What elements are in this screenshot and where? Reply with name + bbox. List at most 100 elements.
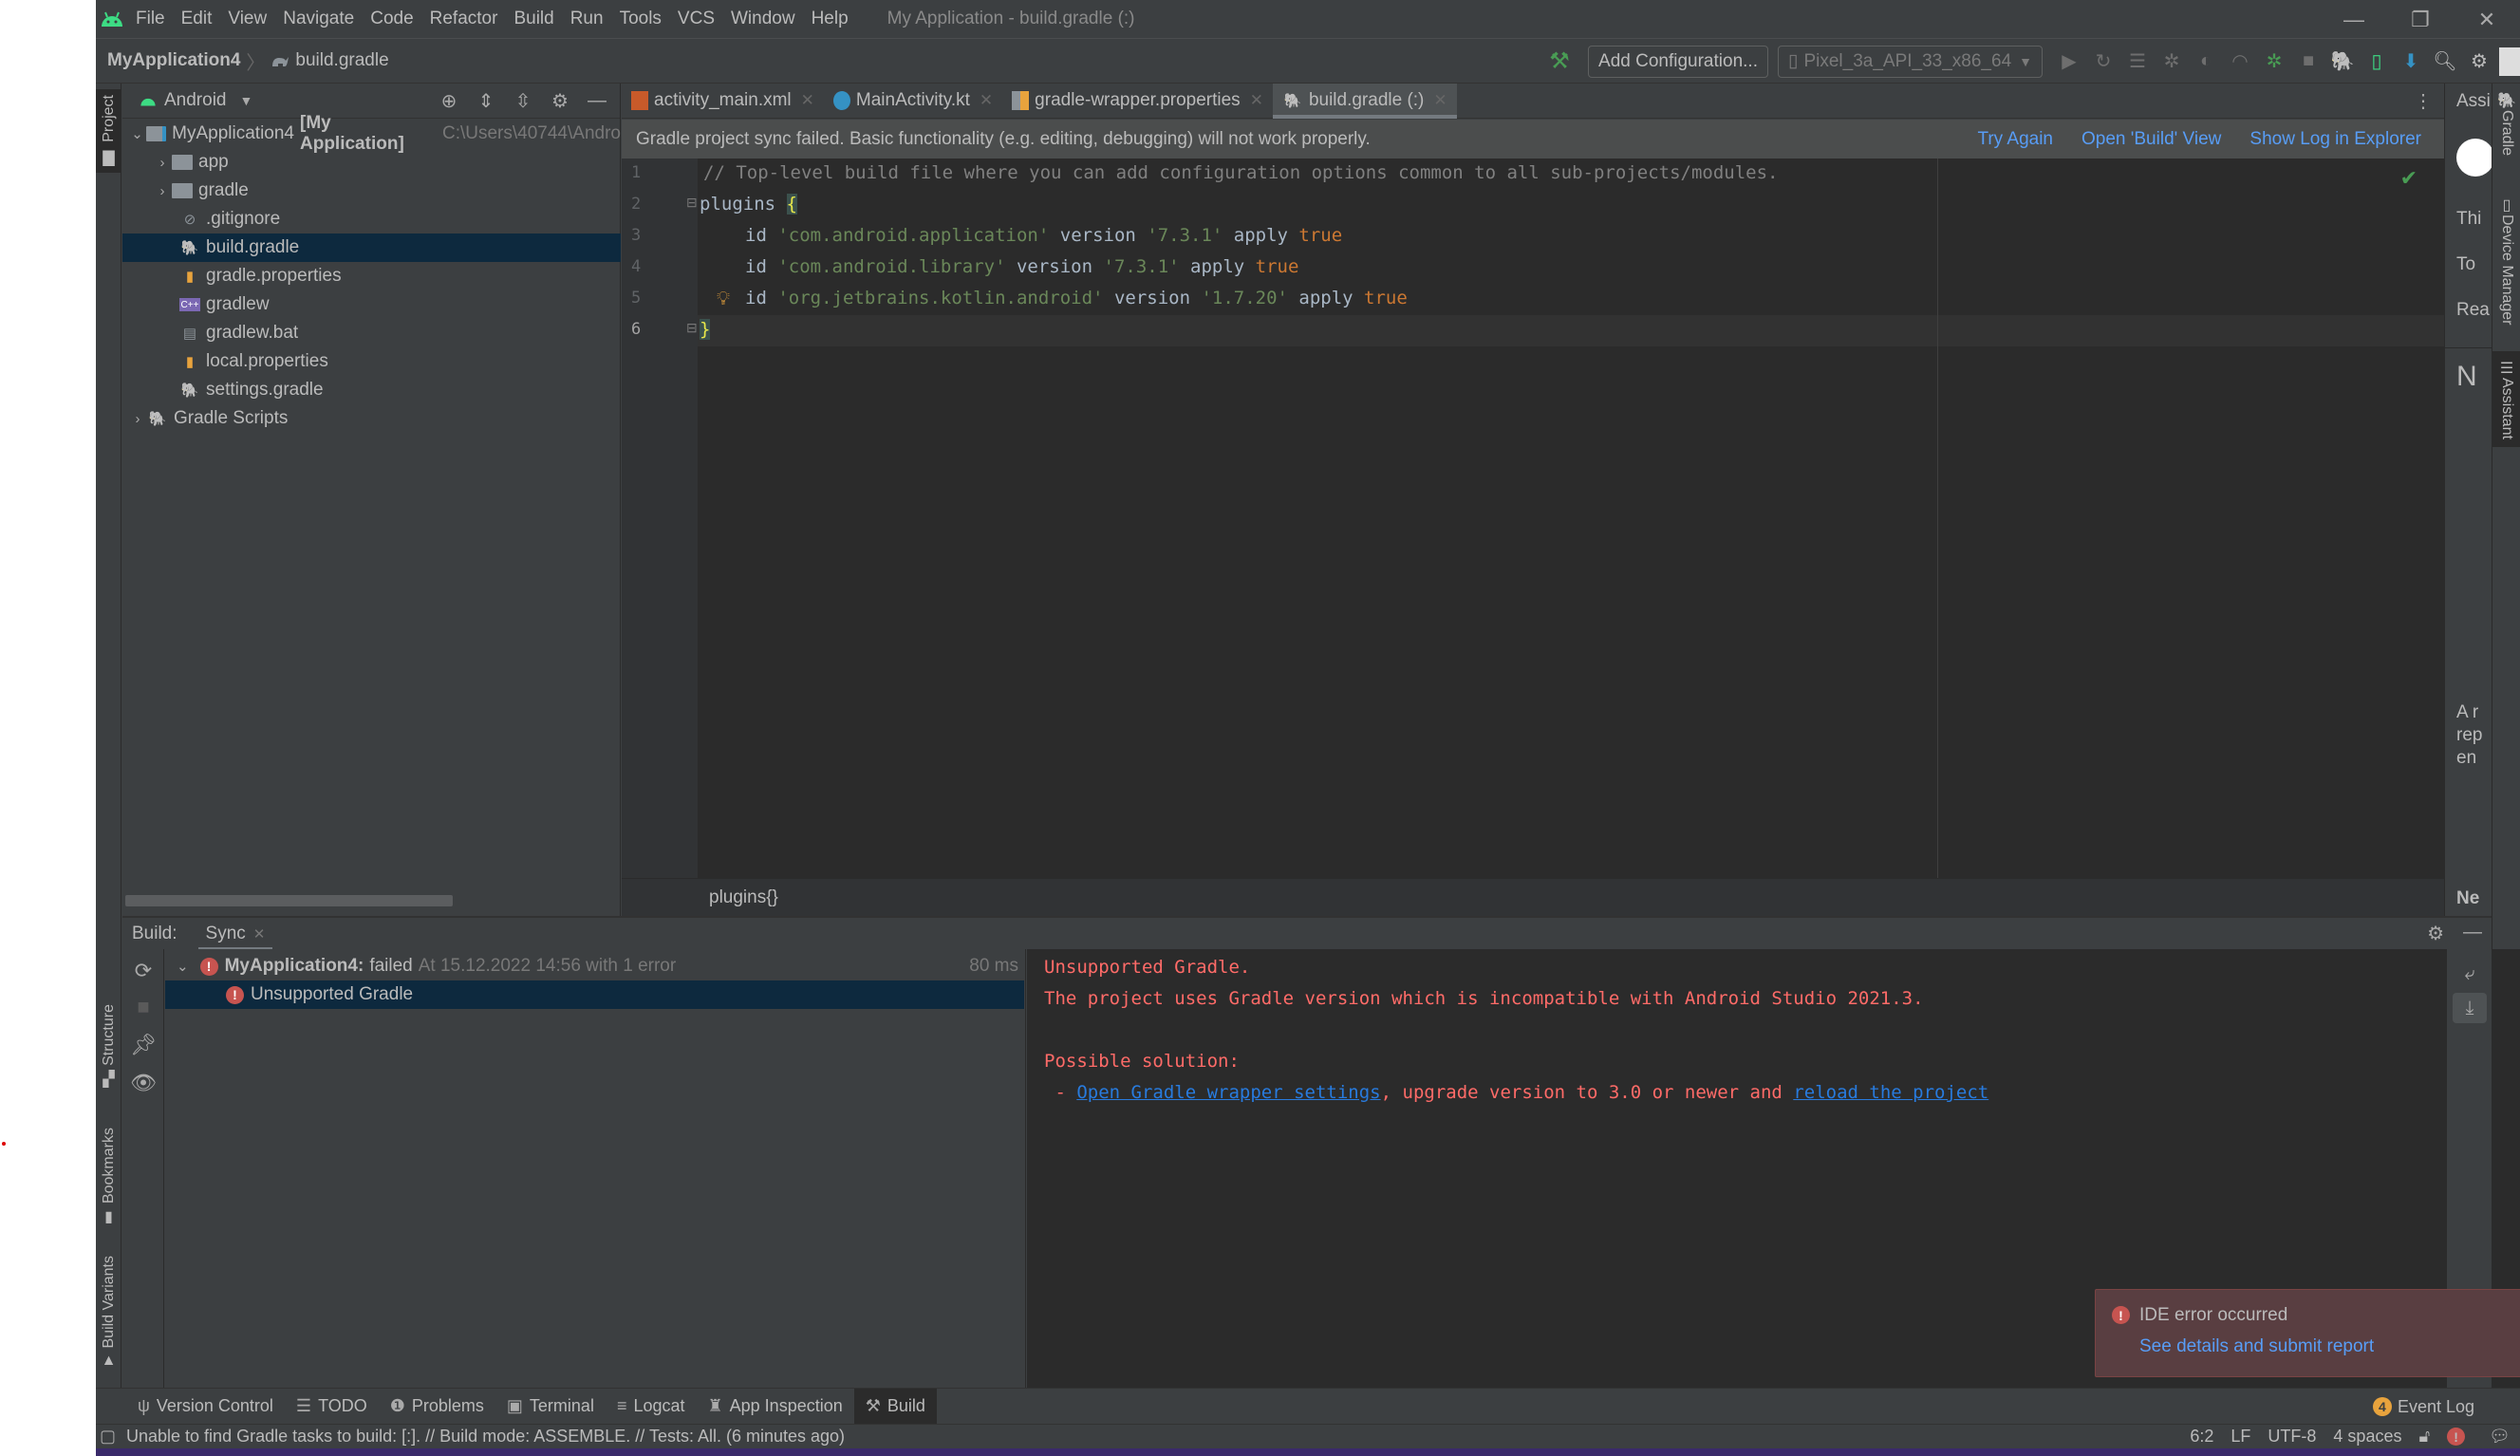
open-gradle-wrapper-settings-link[interactable]: Open Gradle wrapper settings: [1076, 1082, 1380, 1103]
tree-item[interactable]: ⊘ .gitignore: [122, 205, 621, 233]
collapse-all-icon[interactable]: ⇳: [510, 89, 536, 113]
menu-view[interactable]: View: [228, 9, 267, 29]
more-tabs-icon[interactable]: ⋮: [2414, 89, 2433, 113]
unlock-icon[interactable]: 🔓︎: [2418, 1427, 2430, 1447]
tool-window-assistant[interactable]: ☰ Assistant: [2492, 351, 2520, 447]
indent-setting[interactable]: 4 spaces: [2333, 1427, 2401, 1447]
tab-gradle-wrapper-properties[interactable]: gradle-wrapper.properties ✕: [1002, 84, 1273, 119]
no-problems-check-icon[interactable]: ✔: [2400, 166, 2417, 191]
tree-item[interactable]: › gradle: [122, 177, 621, 205]
menu-run[interactable]: Run: [570, 9, 604, 29]
hide-panel-icon[interactable]: —: [584, 90, 610, 112]
caret-position[interactable]: 6:2: [2190, 1427, 2213, 1447]
tree-item[interactable]: ▮ gradle.properties: [122, 262, 621, 290]
hide-panel-icon[interactable]: —: [2463, 922, 2482, 945]
restart-sync-icon[interactable]: ⟳: [130, 959, 157, 983]
tree-item[interactable]: ▮ local.properties: [122, 347, 621, 376]
build-tree-item-selected[interactable]: ! Unsupported Gradle: [165, 980, 1024, 1009]
device-selector[interactable]: ▯ Pixel_3a_API_33_x86_64 ▼: [1777, 45, 2043, 78]
pin-icon[interactable]: 📌︎: [130, 1033, 157, 1057]
tab-sync[interactable]: Sync ✕: [197, 917, 273, 950]
menu-vcs[interactable]: VCS: [678, 9, 715, 29]
show-log-in-explorer-link[interactable]: Show Log in Explorer: [2249, 129, 2421, 150]
tree-item[interactable]: 🐘 settings.gradle: [122, 376, 621, 404]
menu-refactor[interactable]: Refactor: [430, 9, 498, 29]
tool-tab-app-inspection[interactable]: ♜ App Inspection: [697, 1389, 854, 1425]
chevron-right-icon[interactable]: ›: [128, 411, 147, 427]
debug-icon[interactable]: ✲: [2157, 47, 2186, 76]
eye-filter-icon[interactable]: 👁︎: [130, 1071, 157, 1095]
tool-tab-version-control[interactable]: ψ Version Control: [126, 1389, 285, 1425]
ide-error-icon[interactable]: !: [2447, 1428, 2466, 1446]
close-window-button[interactable]: ✕: [2454, 0, 2520, 39]
tool-window-device-manager[interactable]: ▯ Device Manager: [2492, 196, 2520, 326]
chevron-down-icon[interactable]: ⌄: [128, 125, 146, 142]
tool-window-structure[interactable]: Structure ▞: [96, 1004, 121, 1089]
stop-icon[interactable]: ■: [2294, 47, 2323, 76]
event-log-button[interactable]: 4 Event Log: [2372, 1389, 2474, 1425]
soft-wrap-icon[interactable]: ⤶: [2453, 959, 2487, 989]
tree-item[interactable]: › app: [122, 148, 621, 177]
close-tab-icon[interactable]: ✕: [1250, 91, 1263, 110]
menu-window[interactable]: Window: [731, 9, 795, 29]
horizontal-scrollbar[interactable]: [125, 895, 453, 906]
tree-gradle-scripts[interactable]: › 🐘 Gradle Scripts: [122, 404, 621, 433]
sdk-manager-icon[interactable]: ⬇: [2397, 47, 2425, 76]
tool-tab-todo[interactable]: ☰ TODO: [285, 1389, 379, 1425]
status-message[interactable]: Unable to find Gradle tasks to build: [:…: [126, 1427, 845, 1447]
tree-item[interactable]: C++ gradlew: [122, 290, 621, 319]
toggle-tool-windows-icon[interactable]: ▢: [100, 1427, 116, 1447]
see-details-link[interactable]: See details and submit report: [2139, 1336, 2374, 1357]
attach-debugger-icon[interactable]: ✲: [2260, 47, 2288, 76]
reload-project-link[interactable]: reload the project: [1793, 1082, 1988, 1103]
close-tab-icon[interactable]: ✕: [980, 91, 993, 110]
select-opened-file-icon[interactable]: ⊕: [436, 89, 462, 113]
tool-window-project[interactable]: Project ▇: [96, 89, 121, 173]
menu-edit[interactable]: Edit: [181, 9, 213, 29]
close-tab-icon[interactable]: ✕: [253, 925, 266, 943]
gear-icon[interactable]: ⚙: [547, 89, 573, 113]
gear-icon[interactable]: ⚙: [2427, 922, 2444, 945]
menu-help[interactable]: Help: [812, 9, 849, 29]
menu-navigate[interactable]: Navigate: [283, 9, 354, 29]
fold-icon[interactable]: ⊟: [686, 320, 698, 336]
tool-window-bookmarks[interactable]: Bookmarks ▮: [96, 1128, 121, 1226]
tab-activity-main-xml[interactable]: activity_main.xml ✕: [622, 84, 824, 119]
fold-icon[interactable]: ⊟: [686, 195, 698, 211]
tree-root[interactable]: ⌄ MyApplication4 [My Application] C:\Use…: [122, 113, 621, 154]
run-with-coverage-icon[interactable]: ◐: [2192, 47, 2220, 76]
ide-error-notification[interactable]: ! IDE error occurred See details and sub…: [2095, 1289, 2520, 1377]
stop-icon[interactable]: ■: [130, 995, 157, 1019]
menu-file[interactable]: File: [136, 9, 165, 29]
line-separator[interactable]: LF: [2231, 1427, 2250, 1447]
tab-build-gradle[interactable]: 🐘 build.gradle (:) ✕: [1272, 83, 1457, 119]
sync-gradle-icon[interactable]: 🐘: [2328, 47, 2357, 76]
tool-tab-build[interactable]: ⚒ Build: [853, 1388, 937, 1425]
breadcrumb-file[interactable]: build.gradle: [295, 50, 388, 71]
feedback-icon[interactable]: 💬︎: [2489, 1427, 2511, 1447]
tool-tab-problems[interactable]: ❶ Problems: [379, 1389, 495, 1425]
tab-mainactivity-kt[interactable]: MainActivity.kt ✕: [824, 84, 1002, 119]
add-configuration-button[interactable]: Add Configuration...: [1588, 45, 1768, 78]
tool-tab-terminal[interactable]: ▣ Terminal: [495, 1389, 606, 1425]
expand-all-icon[interactable]: ⇕: [473, 89, 499, 113]
search-icon[interactable]: 🔍︎: [2431, 47, 2459, 76]
gear-icon[interactable]: ⚙: [2465, 47, 2493, 76]
open-build-view-link[interactable]: Open 'Build' View: [2081, 129, 2221, 150]
scroll-to-end-icon[interactable]: ⤓: [2453, 993, 2487, 1023]
close-tab-icon[interactable]: ✕: [1433, 91, 1447, 110]
avatar[interactable]: [2499, 47, 2520, 76]
chevron-down-icon[interactable]: ▼: [240, 93, 253, 108]
code-breadcrumb[interactable]: plugins{}: [709, 887, 778, 908]
build-tree-root[interactable]: ⌄ ! MyApplication4: failed At 15.12.2022…: [165, 952, 1024, 980]
menu-tools[interactable]: Tools: [620, 9, 662, 29]
menu-code[interactable]: Code: [370, 9, 413, 29]
tree-item[interactable]: ▤ gradlew.bat: [122, 319, 621, 347]
file-encoding[interactable]: UTF-8: [2268, 1427, 2316, 1447]
close-tab-icon[interactable]: ✕: [801, 91, 814, 110]
device-manager-icon[interactable]: ▯: [2362, 47, 2391, 76]
menu-build[interactable]: Build: [513, 9, 553, 29]
make-project-hammer-icon[interactable]: ⚒: [1545, 47, 1574, 76]
minimize-button[interactable]: —: [2321, 0, 2387, 39]
tool-window-gradle[interactable]: 🐘 Gradle: [2492, 91, 2520, 156]
